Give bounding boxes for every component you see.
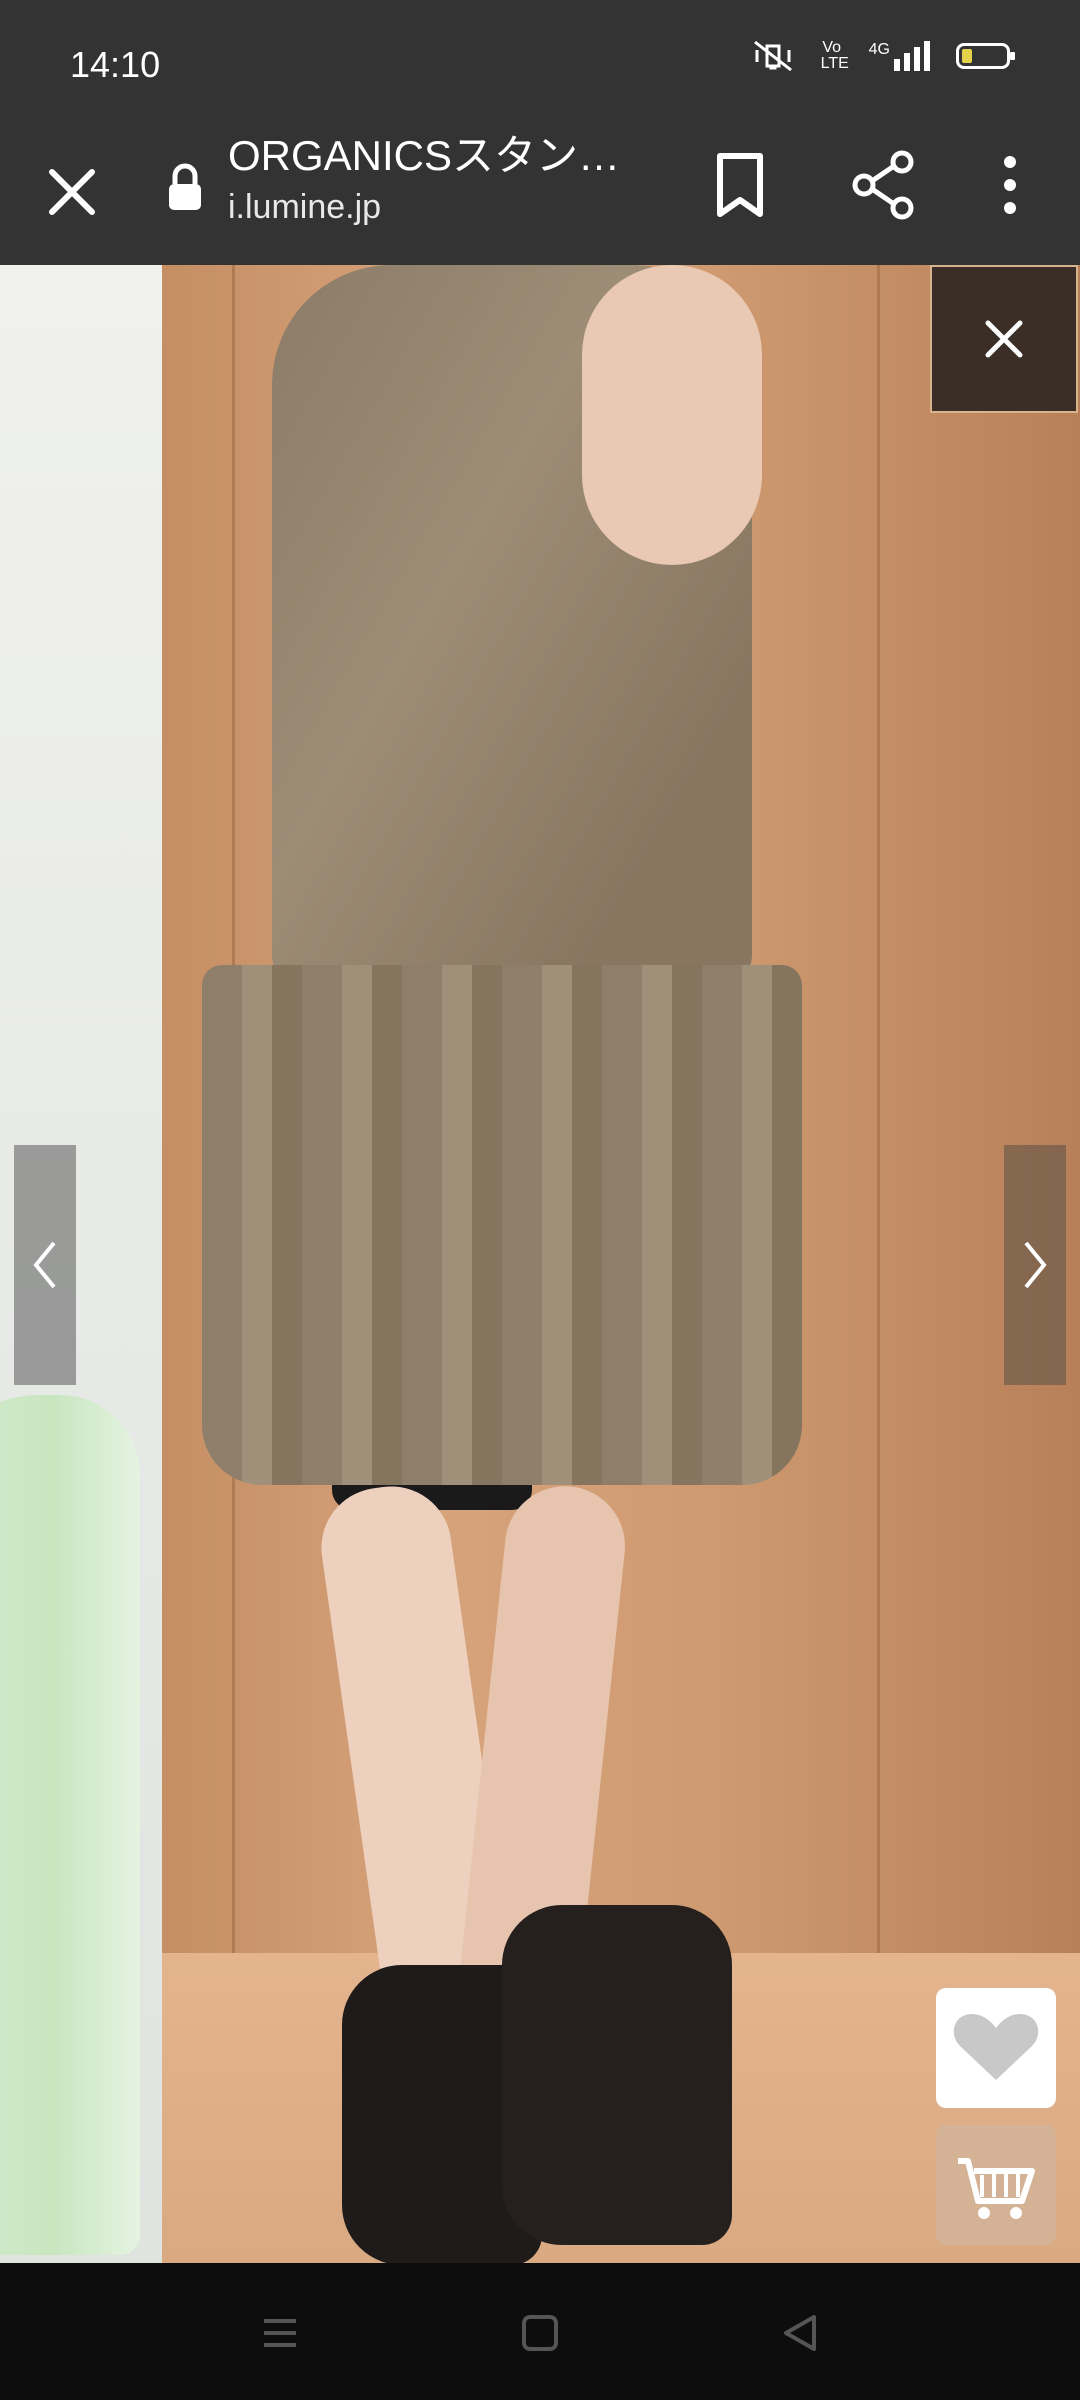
home-icon[interactable] xyxy=(510,2303,570,2363)
mint-dress-image xyxy=(0,1395,140,2255)
image-gallery[interactable] xyxy=(0,265,1080,2263)
model-arm xyxy=(582,265,762,565)
black-boot xyxy=(502,1905,732,2245)
battery-low-icon xyxy=(956,43,1015,69)
mute-vibrate-icon xyxy=(753,40,792,72)
bookmark-icon[interactable] xyxy=(710,150,770,220)
status-bar: 14:10 Vo LTE 4G xyxy=(0,0,1080,130)
model-figure xyxy=(202,265,842,2263)
network-label: 4G xyxy=(868,41,890,58)
product-photo[interactable] xyxy=(162,265,1080,2263)
status-time: 14:10 xyxy=(70,44,161,85)
previous-image-button[interactable] xyxy=(14,1145,76,1385)
cart-icon xyxy=(958,2158,1035,2219)
heart-icon xyxy=(953,2014,1039,2080)
next-image-button[interactable] xyxy=(1004,1145,1066,1385)
close-icon xyxy=(985,320,1023,358)
favorite-button[interactable] xyxy=(936,1988,1056,2108)
chevron-left-icon xyxy=(33,1241,56,1289)
more-icon[interactable] xyxy=(990,150,1030,220)
status-icons: Vo LTE 4G xyxy=(751,39,1015,72)
page-url[interactable]: i.lumine.jp xyxy=(228,188,381,227)
menu-icon[interactable] xyxy=(250,2303,310,2363)
4g-signal-icon: 4G xyxy=(869,41,930,71)
chevron-right-icon xyxy=(1024,1241,1047,1289)
page-title[interactable]: ORGANICSスタン… xyxy=(228,130,648,182)
system-navigation-bar xyxy=(0,2263,1080,2400)
lock-icon xyxy=(169,163,201,210)
share-icon[interactable] xyxy=(850,148,918,222)
browser-toolbar: ORGANICSスタン… i.lumine.jp xyxy=(0,130,1080,265)
add-to-cart-button[interactable] xyxy=(936,2125,1056,2245)
wall-seam xyxy=(877,265,880,1965)
close-icon[interactable] xyxy=(40,160,104,224)
back-icon[interactable] xyxy=(770,2303,830,2363)
gallery-close-button[interactable] xyxy=(930,265,1078,413)
dress-tiered-skirt xyxy=(202,965,802,1485)
volte-icon: Vo LTE xyxy=(820,39,849,72)
